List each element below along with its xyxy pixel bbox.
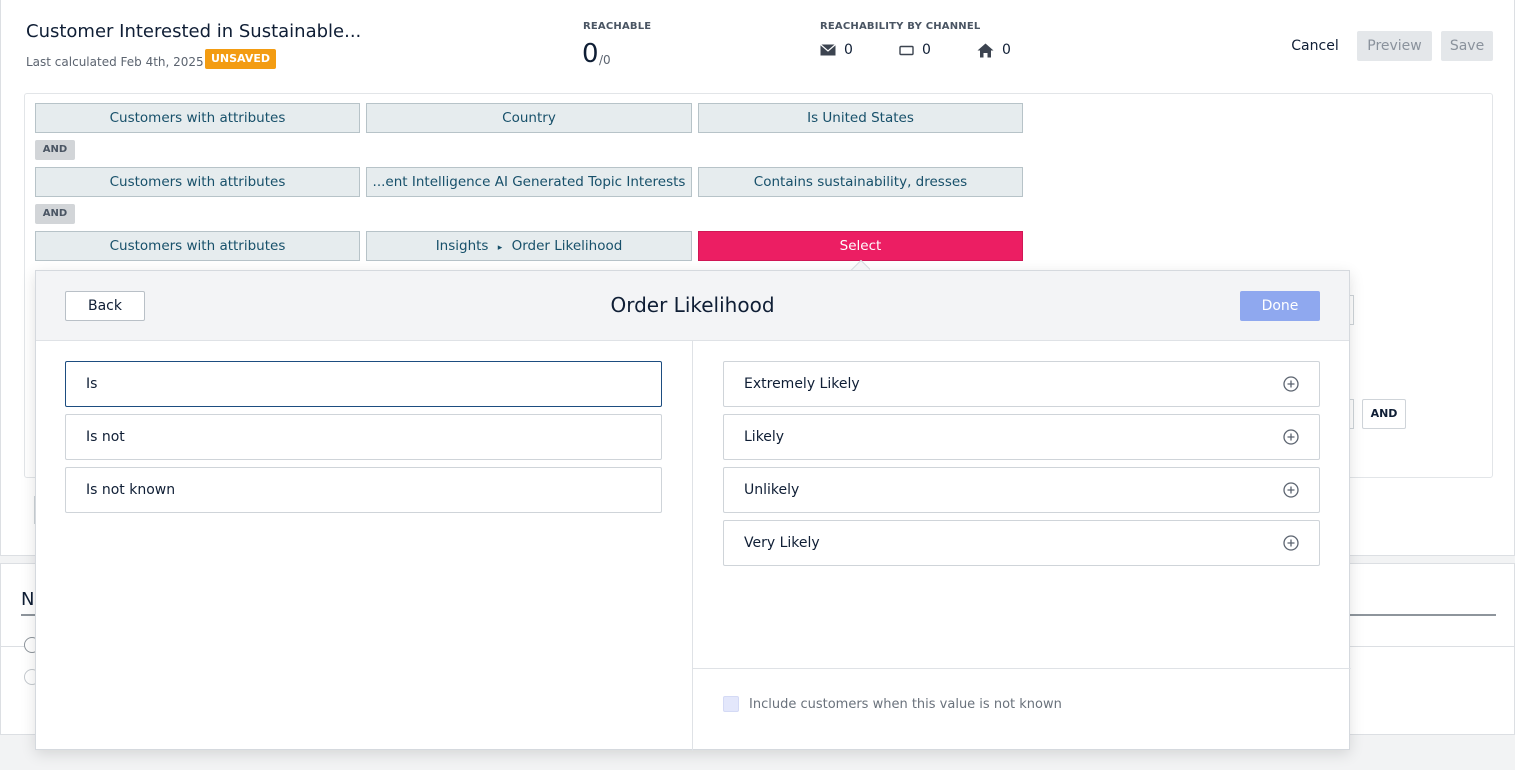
column-divider: [692, 341, 693, 751]
value-label: Very Likely: [744, 535, 820, 551]
reachable-label: REACHABLE: [583, 21, 652, 32]
reachable-value: 0: [582, 39, 599, 69]
device-icon: [899, 45, 914, 56]
include-unknown-checkbox[interactable]: [723, 696, 739, 712]
include-unknown-label: Include customers when this value is not…: [749, 696, 1062, 712]
rule-2-type[interactable]: Customers with attributes: [35, 167, 360, 197]
breadcrumb-arrow-icon: ▸: [497, 243, 503, 253]
channel-device-count: 0: [922, 42, 931, 58]
footer-divider: [693, 668, 1351, 669]
value-likely[interactable]: Likely: [723, 414, 1320, 460]
value-label: Unlikely: [744, 482, 800, 498]
preview-button[interactable]: Preview: [1357, 31, 1432, 61]
operator-is-not[interactable]: Is not: [65, 414, 662, 460]
attribute-child: Order Likelihood: [511, 238, 623, 254]
add-and-button[interactable]: AND: [1362, 399, 1406, 429]
plus-circle-icon[interactable]: [1283, 535, 1299, 551]
channel-email-count: 0: [844, 42, 853, 58]
rule-2-value[interactable]: Contains sustainability, dresses: [698, 167, 1023, 197]
rule-3-type[interactable]: Customers with attributes: [35, 231, 360, 261]
rule-2-attribute[interactable]: ...ent Intelligence AI Generated Topic I…: [366, 167, 692, 197]
cancel-button[interactable]: Cancel: [1283, 31, 1347, 61]
status-badge: UNSAVED: [205, 49, 276, 69]
home-icon: [977, 43, 994, 58]
channel-email: 0: [820, 42, 853, 58]
channel-home-count: 0: [1002, 42, 1011, 58]
plus-circle-icon[interactable]: [1283, 482, 1299, 498]
rule-1-value[interactable]: Is United States: [698, 103, 1023, 133]
popover-header: Back Order Likelihood Done: [36, 271, 1349, 341]
value-extremely-likely[interactable]: Extremely Likely: [723, 361, 1320, 407]
lower-section-heading: N: [21, 589, 35, 610]
and-connector-2[interactable]: AND: [35, 204, 75, 224]
value-unlikely[interactable]: Unlikely: [723, 467, 1320, 513]
envelope-icon: [820, 44, 836, 56]
reachable-total: /0: [599, 53, 611, 67]
last-calculated-text: Last calculated Feb 4th, 2025: [26, 55, 204, 69]
channel-label: REACHABILITY BY CHANNEL: [820, 21, 981, 32]
attribute-parent: Insights: [435, 238, 489, 254]
page-title: Customer Interested in Sustainable...: [26, 21, 362, 42]
operator-is[interactable]: Is: [65, 361, 662, 407]
value-label: Extremely Likely: [744, 376, 860, 392]
rule-1-type[interactable]: Customers with attributes: [35, 103, 360, 133]
plus-circle-icon[interactable]: [1283, 376, 1299, 392]
value-label: Likely: [744, 429, 785, 445]
rule-3-select-button[interactable]: Select: [698, 231, 1023, 261]
value-very-likely[interactable]: Very Likely: [723, 520, 1320, 566]
operator-is-not-known[interactable]: Is not known: [65, 467, 662, 513]
rule-1-attribute[interactable]: Country: [366, 103, 692, 133]
channel-device: 0: [899, 42, 931, 58]
and-connector-1[interactable]: AND: [35, 140, 75, 160]
popover-title: Order Likelihood: [610, 293, 775, 317]
save-button[interactable]: Save: [1441, 31, 1493, 61]
order-likelihood-popover: Back Order Likelihood Done Is Is not Is …: [35, 270, 1351, 751]
include-unknown-row[interactable]: Include customers when this value is not…: [723, 696, 1062, 712]
plus-circle-icon[interactable]: [1283, 429, 1299, 445]
channel-home: 0: [977, 42, 1011, 58]
rule-3-attribute[interactable]: Insights ▸ Order Likelihood: [366, 231, 692, 261]
popover-pointer: [850, 260, 870, 270]
done-button[interactable]: Done: [1240, 291, 1320, 321]
